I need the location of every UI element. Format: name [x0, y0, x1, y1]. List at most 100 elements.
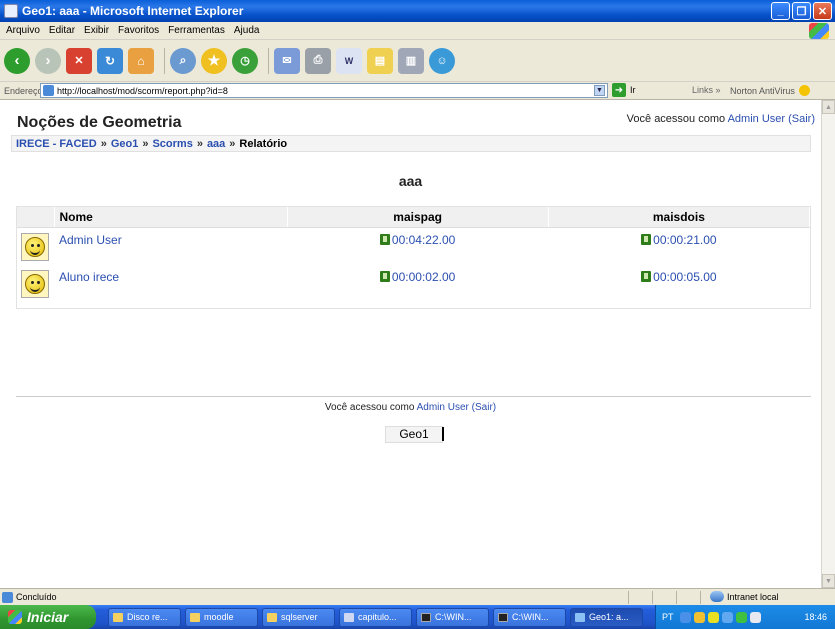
- taskbar-button-disco[interactable]: Disco re...: [108, 607, 181, 627]
- research-icon[interactable]: ▥: [398, 47, 424, 74]
- footer-logout-link[interactable]: (Sair): [472, 402, 496, 413]
- vertical-scrollbar[interactable]: ▲ ▼: [821, 100, 835, 588]
- tray-messenger-icon[interactable]: [749, 611, 761, 623]
- minimize-button[interactable]: _: [771, 2, 790, 20]
- login-prefix: Você acessou como: [626, 113, 726, 125]
- back-icon[interactable]: ‹: [4, 47, 30, 74]
- picture-column-header: [17, 207, 55, 228]
- home-icon[interactable]: ⌂: [128, 47, 154, 74]
- print-icon[interactable]: ⎙: [305, 47, 331, 74]
- stop-icon[interactable]: ✕: [66, 47, 92, 74]
- menu-exibir[interactable]: Exibir: [84, 25, 109, 36]
- breadcrumb-item[interactable]: IRECE - FACED: [16, 138, 97, 150]
- name-cell: Aluno irece: [54, 265, 287, 303]
- forward-icon[interactable]: ›: [35, 47, 61, 74]
- maximize-button[interactable]: ❐: [792, 2, 811, 20]
- menu-ajuda[interactable]: Ajuda: [234, 25, 260, 36]
- smiley-icon: [25, 236, 45, 257]
- breadcrumb-item[interactable]: aaa: [207, 138, 225, 150]
- messenger-icon[interactable]: ☺: [429, 47, 455, 74]
- taskbar-button-label: C:\WIN...: [512, 612, 549, 622]
- time-link[interactable]: 00:00:21.00: [653, 233, 716, 247]
- address-label: Endereço: [4, 85, 43, 96]
- search-icon[interactable]: ⌕: [170, 47, 196, 74]
- avatar[interactable]: [21, 232, 49, 261]
- login-info: Você acessou como Admin User (Sair): [627, 113, 815, 125]
- user-name-link[interactable]: Admin User: [59, 233, 122, 247]
- mail-icon[interactable]: ✉: [274, 47, 300, 74]
- command-prompt-icon: [421, 612, 431, 622]
- menu-favoritos[interactable]: Favoritos: [118, 25, 159, 36]
- column-header-nome[interactable]: Nome: [54, 207, 288, 228]
- folder-icon[interactable]: ▤: [367, 47, 393, 74]
- taskbar-button-moodle[interactable]: moodle: [185, 607, 258, 627]
- site-title: Noções de Geometria: [17, 114, 182, 131]
- taskbar-button-label: Disco re...: [127, 612, 168, 622]
- column-header-maispag[interactable]: maispag: [287, 207, 549, 228]
- norton-icon: [798, 85, 810, 96]
- page-done-icon: [2, 591, 13, 603]
- close-button[interactable]: ✕: [813, 2, 832, 20]
- system-tray: PT 18:46: [655, 605, 835, 629]
- footer-user-link[interactable]: Admin User: [417, 402, 469, 413]
- logout-link[interactable]: (Sair): [788, 113, 815, 125]
- taskbar-button-capitulo[interactable]: capitulo...: [339, 607, 412, 627]
- address-dropdown-icon[interactable]: ▼: [594, 85, 605, 96]
- avatar-cell: [17, 227, 54, 265]
- toolbar: ‹ › ✕ ↻ ⌂ ⌕ ★ ◷ ✉ ⎙ W ▤ ▥ ☺: [0, 40, 835, 82]
- breadcrumb-item[interactable]: Scorms: [152, 138, 192, 150]
- refresh-icon[interactable]: ↻: [97, 47, 123, 74]
- address-url: http://localhost/mod/scorm/report.php?id…: [57, 85, 228, 96]
- taskbar-button-cmd-1[interactable]: C:\WIN...: [416, 607, 489, 627]
- norton-toolbar[interactable]: Norton AntiVirus: [730, 85, 810, 96]
- page-content: Noções de Geometria Você acessou como Ad…: [0, 100, 821, 588]
- taskbar-button-cmd-2[interactable]: C:\WIN...: [493, 607, 566, 627]
- toolbar-separator: [268, 47, 269, 74]
- folder-icon: [267, 612, 277, 622]
- command-prompt-icon: [498, 612, 508, 622]
- start-label: Iniciar: [27, 609, 69, 625]
- menu-arquivo[interactable]: Arquivo: [6, 25, 40, 36]
- taskbar-button-geo1[interactable]: Geo1: a...: [570, 607, 643, 627]
- footer-login-prefix: Você acessou como: [324, 402, 415, 413]
- scroll-up-icon[interactable]: ▲: [822, 100, 835, 114]
- history-icon[interactable]: ◷: [232, 47, 258, 74]
- tray-sql-icon[interactable]: [735, 611, 747, 623]
- security-zone: Intranet local: [710, 591, 779, 602]
- time-link[interactable]: 00:00:02.00: [392, 270, 455, 284]
- avatar-cell: [17, 265, 54, 303]
- start-button[interactable]: Iniciar: [0, 605, 96, 629]
- tray-arrow-icon[interactable]: [679, 611, 691, 623]
- taskbar-button-label: C:\WIN...: [435, 612, 472, 622]
- go-button[interactable]: Ir: [630, 85, 636, 95]
- status-divider: [676, 591, 677, 604]
- column-header-maisdois[interactable]: maisdois: [548, 207, 811, 228]
- toolbar-separator: [164, 47, 165, 74]
- scroll-down-icon[interactable]: ▼: [822, 574, 835, 588]
- menu-editar[interactable]: Editar: [49, 25, 75, 36]
- window-title: Geo1: aaa - Microsoft Internet Explorer: [22, 4, 244, 18]
- status-divider: [628, 591, 629, 604]
- address-input[interactable]: http://localhost/mod/scorm/report.php?id…: [40, 83, 608, 98]
- tray-norton-icon[interactable]: [693, 611, 705, 623]
- links-button[interactable]: Links »: [692, 85, 721, 95]
- language-indicator[interactable]: PT: [662, 612, 674, 622]
- favorites-star-icon[interactable]: ★: [201, 47, 227, 74]
- tray-speaker-icon[interactable]: [721, 611, 733, 623]
- go-arrow-icon[interactable]: ➜: [612, 83, 626, 97]
- edit-icon[interactable]: W: [336, 47, 362, 74]
- page-heading: aaa: [398, 173, 423, 189]
- time-link[interactable]: 00:00:05.00: [653, 270, 716, 284]
- taskbar-button-sqlserver[interactable]: sqlserver: [262, 607, 335, 627]
- breadcrumb-item[interactable]: Geo1: [111, 138, 139, 150]
- status-divider: [700, 591, 701, 604]
- tray-network-icon[interactable]: [707, 611, 719, 623]
- avatar[interactable]: [21, 270, 49, 298]
- user-link[interactable]: Admin User: [728, 113, 785, 125]
- course-home-link[interactable]: Geo1: [385, 426, 443, 443]
- menu-ferramentas[interactable]: Ferramentas: [168, 25, 225, 36]
- time-link[interactable]: 00:04:22.00: [392, 233, 455, 247]
- text-cursor: [442, 427, 444, 441]
- user-name-link[interactable]: Aluno irece: [59, 270, 119, 284]
- intranet-icon: [710, 591, 724, 602]
